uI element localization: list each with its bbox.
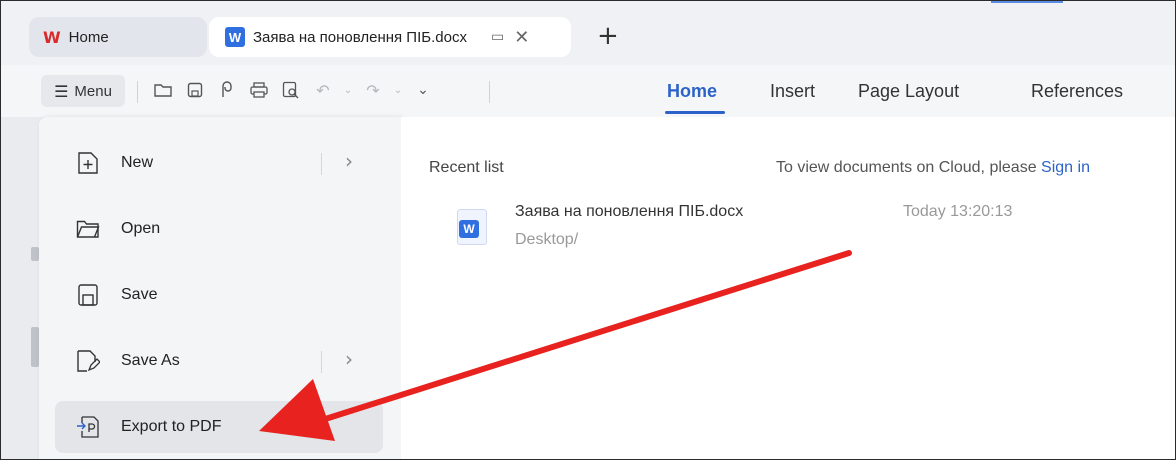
writer-badge-icon: W [459,220,479,238]
share-icon[interactable] [215,77,239,103]
redo-icon[interactable]: ↷ [361,77,385,103]
menu-item-save-label: Save [121,286,158,303]
print-icon[interactable] [247,77,271,103]
menu-divider [321,153,322,175]
save-icon [75,282,101,308]
menu-item-export-pdf-label: Export to PDF [121,418,222,435]
undo-dropdown-chevron-icon[interactable]: ⌄ [343,77,353,103]
hamburger-icon: ☰ [54,81,69,101]
chevron-right-icon[interactable]: › [345,149,353,173]
chevron-right-icon[interactable]: › [345,347,353,371]
active-tab-underline [665,111,725,114]
menu-button-label: Menu [74,82,112,100]
new-doc-icon [75,150,101,176]
recent-file-name: Заява на поновлення ПІБ.docx [515,203,744,220]
tab-document-label: Заява на поновлення ПІБ.docx [253,28,467,46]
recent-list-heading: Recent list [429,159,504,176]
tab-home[interactable]: W Home [29,17,207,57]
tab-document[interactable]: W Заява на поновлення ПІБ.docx ▭ ✕ [209,17,571,57]
cloud-prompt-text: To view documents on Cloud, please [776,159,1037,176]
docx-file-icon: W [457,209,487,245]
wps-window: W Home W Заява на поновлення ПІБ.docx ▭ … [0,0,1176,460]
ruler-marker [31,327,39,367]
print-preview-icon[interactable] [279,77,303,103]
menu-item-open-label: Open [121,220,161,237]
ruler-marker [31,247,39,261]
cloud-prompt: To view documents on Cloud, please Sign … [776,159,1090,177]
menu-item-save-as[interactable]: Save As › [55,335,383,387]
recent-file-row[interactable]: W Заява на поновлення ПІБ.docx Desktop/ … [457,203,1117,263]
menu-button[interactable]: ☰ Menu [41,75,125,107]
new-tab-button[interactable]: + [597,23,619,49]
close-tab-icon[interactable]: ✕ [514,27,529,48]
quick-access-icons: ↶ ⌄ ↷ ⌄ ⌄ [151,77,435,103]
tab-bar: W Home W Заява на поновлення ПІБ.docx ▭ … [1,1,1175,65]
save-icon[interactable] [183,77,207,103]
recent-panel: Recent list To view documents on Cloud, … [401,117,1175,459]
menu-item-save[interactable]: Save [55,269,383,321]
sign-in-link[interactable]: Sign in [1041,159,1090,176]
more-chevron-down-icon[interactable]: ⌄ [411,77,435,103]
tab-home-label: Home [68,28,109,46]
menu-divider [321,351,322,373]
folder-icon [75,216,101,242]
monitor-icon[interactable]: ▭ [491,29,504,45]
recent-file-path: Desktop/ [515,231,579,248]
menu-item-save-as-label: Save As [121,352,180,369]
redo-dropdown-chevron-icon[interactable]: ⌄ [393,77,403,103]
menu-item-open[interactable]: Open [55,203,383,255]
export-pdf-icon [75,414,101,440]
toolbar: ☰ Menu ↶ ⌄ ↷ ⌄ ⌄ Home Insert Page Layout… [1,65,1175,117]
writer-badge-icon: W [225,27,245,47]
save-as-icon [75,348,101,374]
ribbon-tab-references[interactable]: References [1031,81,1123,102]
open-folder-icon[interactable] [151,77,175,103]
ribbon-tab-insert[interactable]: Insert [770,81,815,102]
accent-strip [991,1,1063,3]
toolbar-divider [137,81,138,103]
wps-logo-icon: W [43,27,61,47]
file-menu-panel: New › Open Save Save As › Export to PDF [39,117,401,459]
menu-item-export-pdf[interactable]: Export to PDF [55,401,383,453]
undo-icon[interactable]: ↶ [311,77,335,103]
toolbar-divider [489,81,490,103]
menu-item-new[interactable]: New › [55,137,383,189]
recent-file-time: Today 13:20:13 [903,203,1013,220]
ribbon-tab-page-layout[interactable]: Page Layout [858,81,959,102]
menu-item-new-label: New [121,154,154,171]
ribbon-tab-home[interactable]: Home [667,81,717,102]
